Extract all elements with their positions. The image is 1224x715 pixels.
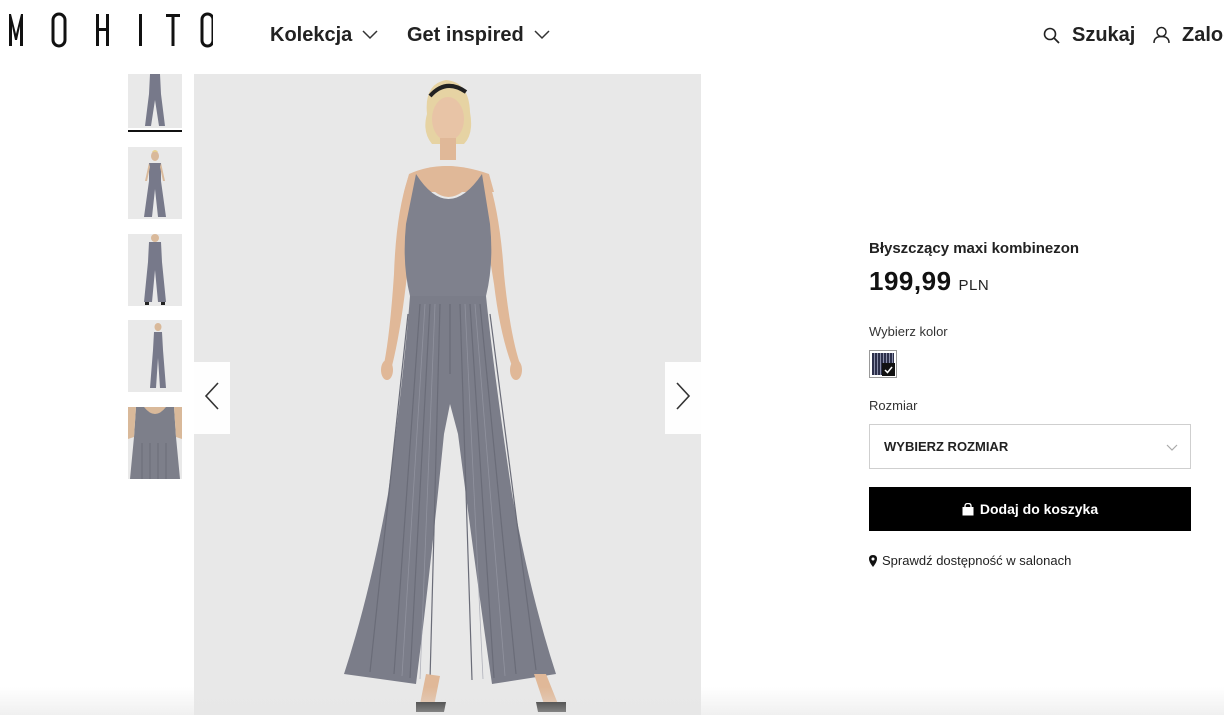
thumbnail-1[interactable] (128, 74, 182, 128)
user-icon (1153, 26, 1170, 44)
color-label: Wybierz kolor (869, 324, 948, 339)
thumbnail-active-indicator (128, 130, 182, 132)
store-availability-label: Sprawdź dostępność w salonach (882, 553, 1072, 568)
thumbnail-image (128, 320, 182, 392)
color-swatch-fill (872, 353, 895, 376)
site-header: Kolekcja Get inspired Szukaj Zalog (0, 0, 1224, 70)
add-to-cart-button[interactable]: Dodaj do koszyka (869, 487, 1191, 531)
nav-get-inspired-label: Get inspired (407, 23, 524, 46)
nav-get-inspired[interactable]: Get inspired (407, 20, 550, 50)
size-select[interactable]: WYBIERZ ROZMIAR (869, 424, 1191, 469)
color-swatch[interactable] (869, 350, 897, 378)
login-label: Zalog (1182, 23, 1224, 46)
add-to-cart-label: Dodaj do koszyka (979, 501, 1099, 517)
chevron-down-icon (362, 30, 378, 40)
logo-mark (9, 12, 213, 48)
nav-kolekcja-label: Kolekcja (270, 23, 353, 46)
thumbnail-4[interactable] (128, 320, 182, 392)
thumbnail-5[interactable] (128, 407, 182, 479)
gallery-prev-button[interactable] (194, 362, 230, 434)
thumbnail-image (128, 74, 182, 128)
size-select-value: WYBIERZ ROZMIAR (884, 439, 1009, 454)
shopping-bag-icon (962, 502, 974, 516)
mohito-logo[interactable] (8, 12, 213, 48)
check-icon (882, 363, 895, 376)
thumbnail-image (128, 147, 182, 219)
gallery-next-button[interactable] (665, 362, 701, 434)
chevron-right-icon (675, 381, 691, 415)
chevron-down-icon (1166, 440, 1178, 455)
price-row: 199,99 PLN (869, 266, 989, 297)
chevron-left-icon (204, 381, 220, 415)
search-icon (1043, 27, 1060, 44)
search-label: Szukaj (1072, 23, 1136, 46)
thumbnail-2[interactable] (128, 147, 182, 219)
chevron-down-icon (534, 30, 550, 40)
product-price: 199,99 (869, 266, 952, 296)
product-photo (194, 74, 701, 715)
price-currency: PLN (958, 277, 990, 294)
product-main-image (194, 74, 701, 715)
nav-kolekcja[interactable]: Kolekcja (270, 20, 378, 50)
thumbnail-image (128, 234, 182, 306)
thumbnail-3[interactable] (128, 234, 182, 306)
thumbnail-image (128, 407, 182, 479)
product-name: Błyszczący maxi kombinezon (869, 240, 1080, 257)
size-label: Rozmiar (869, 398, 918, 413)
store-availability-link[interactable]: Sprawdź dostępność w salonach (869, 553, 1071, 568)
search-button[interactable]: Szukaj (1043, 20, 1135, 50)
login-button[interactable]: Zalog (1153, 20, 1224, 50)
map-pin-icon (869, 554, 877, 567)
